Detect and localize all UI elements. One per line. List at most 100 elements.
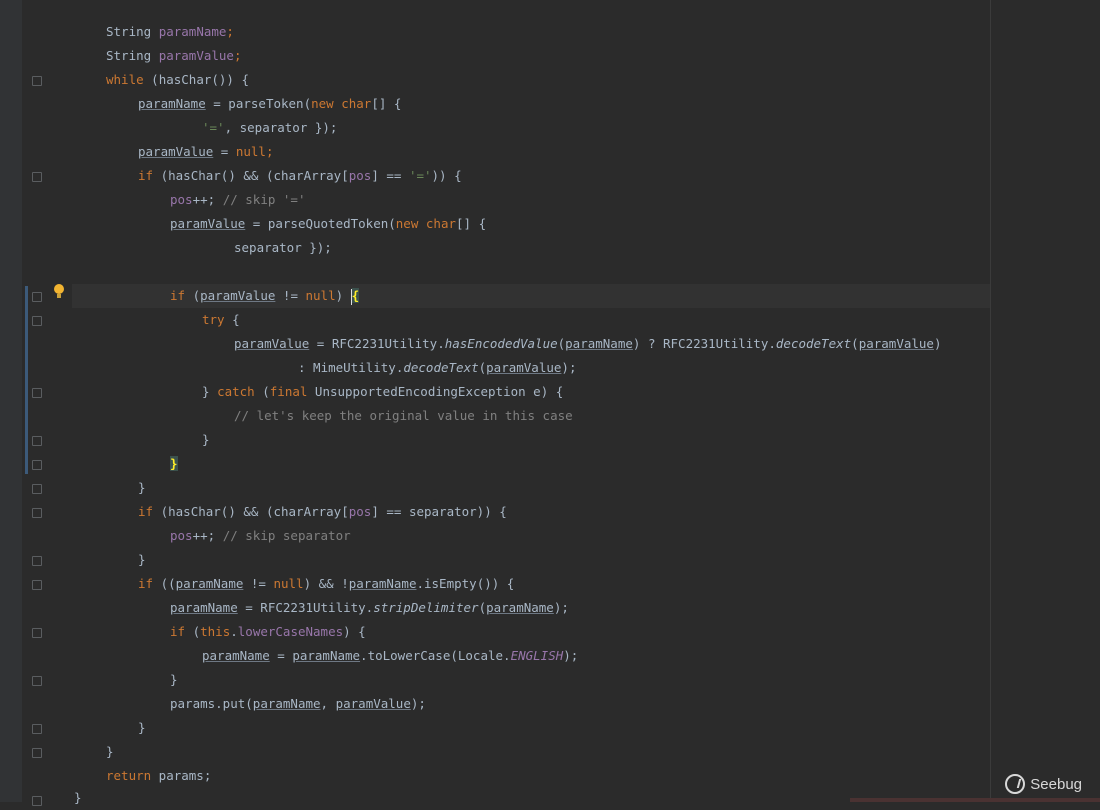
fold-icon[interactable] <box>32 292 42 302</box>
code-line: } <box>138 548 146 572</box>
fold-icon[interactable] <box>32 628 42 638</box>
keyword: if <box>170 624 186 639</box>
code-line: if (this.lowerCaseNames) { <box>170 620 366 644</box>
code-line: String paramValue; <box>106 44 241 68</box>
code-text: ) <box>335 288 351 303</box>
field: pos <box>348 504 372 519</box>
identifier: paramValue <box>138 144 214 159</box>
identifier: paramName <box>175 576 244 591</box>
fold-icon[interactable] <box>32 796 42 806</box>
identifier: paramValue <box>158 48 234 63</box>
code-line: paramName = parseToken(new char[] { <box>138 92 401 116</box>
code-text: .toLowerCase(Locale. <box>360 648 511 663</box>
code-text: ] == <box>371 168 409 183</box>
fold-icon[interactable] <box>32 580 42 590</box>
code-text: ( <box>851 336 859 351</box>
code-line: paramValue = RFC2231Utility.hasEncodedVa… <box>234 332 941 356</box>
code-text: , <box>320 696 336 711</box>
code-text: ( <box>185 624 201 639</box>
keyword: final <box>269 384 308 399</box>
method-name: decodeText <box>403 360 479 375</box>
code-text: != <box>243 576 274 591</box>
code-line: return params; <box>106 764 211 788</box>
identifier: paramValue <box>200 288 276 303</box>
code-line: } <box>202 428 210 452</box>
code-line: } <box>138 476 146 500</box>
vcs-change-marker[interactable] <box>25 286 28 474</box>
keyword: if <box>138 576 154 591</box>
identifier: paramName <box>158 24 227 39</box>
code-text: } <box>202 384 218 399</box>
code-text: (( <box>153 576 176 591</box>
code-text: separator }); <box>234 240 332 255</box>
code-text: } <box>74 790 82 805</box>
type-token: String <box>106 48 159 63</box>
keyword: if <box>138 168 154 183</box>
code-text: != <box>275 288 306 303</box>
code-text: )) { <box>431 168 462 183</box>
fold-icon[interactable] <box>32 556 42 566</box>
fold-icon[interactable] <box>32 508 42 518</box>
keyword: return <box>106 768 152 783</box>
matched-brace: } <box>170 456 178 471</box>
comment: // let's keep the original value in this… <box>234 408 573 423</box>
fold-icon[interactable] <box>32 484 42 494</box>
status-bar-fragment <box>850 798 1100 802</box>
fold-icon[interactable] <box>32 172 42 182</box>
editor-gutter <box>22 0 72 802</box>
code-text: ] == separator)) { <box>371 504 507 519</box>
code-text: , separator }); <box>224 120 338 135</box>
fold-icon[interactable] <box>32 316 42 326</box>
code-text: = <box>269 648 293 663</box>
identifier: paramValue <box>858 336 934 351</box>
field: lowerCaseNames <box>237 624 344 639</box>
matched-brace: { <box>351 288 360 303</box>
code-line: paramValue = parseQuotedToken(new char[]… <box>170 212 486 236</box>
identifier: paramName <box>292 648 361 663</box>
code-text: ( <box>478 600 487 615</box>
code-text: (hasChar()) { <box>143 72 249 87</box>
code-line: // let's keep the original value in this… <box>234 404 573 428</box>
type-token: String <box>106 24 159 39</box>
fold-icon[interactable] <box>32 76 42 86</box>
identifier: paramName <box>252 696 321 711</box>
fold-icon[interactable] <box>32 724 42 734</box>
code-text: } <box>138 720 146 735</box>
code-text: params; <box>151 768 212 783</box>
code-line: } catch (final UnsupportedEncodingExcept… <box>202 380 563 404</box>
code-line: paramName = paramName.toLowerCase(Locale… <box>202 644 578 668</box>
field: ENGLISH <box>510 648 564 663</box>
code-text: = parseQuotedToken( <box>245 216 396 231</box>
punct: ; <box>226 24 234 39</box>
identifier: paramValue <box>234 336 310 351</box>
code-text: ++; <box>192 192 223 207</box>
field: pos <box>170 528 193 543</box>
code-line: } <box>138 716 146 740</box>
right-margin-guide <box>990 0 991 802</box>
fold-icon[interactable] <box>32 676 42 686</box>
string-literal: '=' <box>408 168 432 183</box>
fold-icon[interactable] <box>32 436 42 446</box>
code-text: = <box>213 144 236 159</box>
field: pos <box>348 168 372 183</box>
method-name: decodeText <box>775 336 852 351</box>
punct: ; <box>233 48 242 63</box>
code-text: ) { <box>343 624 366 639</box>
keyword: char <box>425 216 456 231</box>
fold-icon[interactable] <box>32 460 42 470</box>
comment: // skip '=' <box>222 192 306 207</box>
code-text: .isEmpty()) { <box>416 576 515 591</box>
identifier: paramValue <box>486 360 562 375</box>
code-text: ( <box>185 288 201 303</box>
keyword: char <box>341 96 372 111</box>
fold-icon[interactable] <box>32 748 42 758</box>
comment: // skip separator <box>222 528 351 543</box>
lightbulb-icon[interactable] <box>54 284 64 298</box>
code-line-current: if (paramValue != null) { <box>170 284 360 308</box>
keyword: if <box>170 288 186 303</box>
code-editor[interactable]: String paramName; String paramValue; whi… <box>0 0 1100 806</box>
keyword: try <box>202 312 225 327</box>
code-line: separator }); <box>234 236 332 260</box>
seebug-watermark: Seebug <box>1005 774 1082 794</box>
fold-icon[interactable] <box>32 388 42 398</box>
